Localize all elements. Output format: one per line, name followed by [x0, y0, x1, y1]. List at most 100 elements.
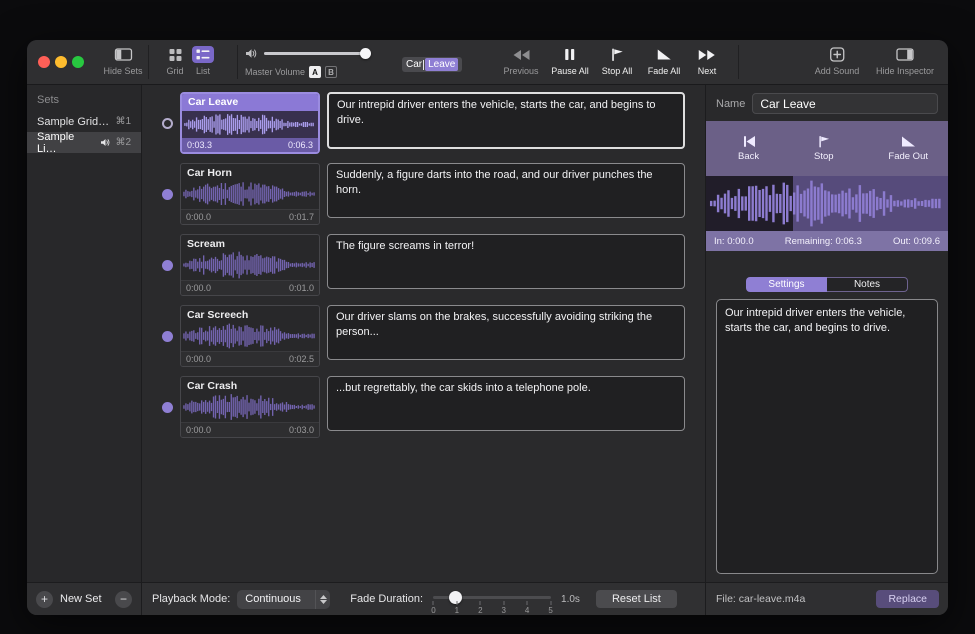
next-button[interactable]: Next	[698, 46, 717, 76]
add-set-button[interactable]: +	[36, 591, 53, 608]
playback-mode-label: Playback Mode:	[152, 593, 230, 605]
volume-knob[interactable]	[360, 48, 371, 59]
grid-icon	[168, 46, 182, 63]
pause-all-label: Pause All	[551, 66, 589, 76]
device-a-button[interactable]: A	[309, 66, 321, 78]
sidebar-item-sample-list[interactable]: Sample Li… ⌘2	[27, 132, 141, 153]
sound-note-field[interactable]: Suddenly, a figure darts into the road, …	[327, 163, 685, 218]
fade-out-button[interactable]: Fade Out	[888, 135, 928, 162]
play-indicator[interactable]	[154, 234, 180, 296]
play-indicator[interactable]	[154, 305, 180, 367]
fade-duration-label: Fade Duration:	[350, 593, 423, 605]
set-shortcut: ⌘2	[115, 137, 131, 148]
end-time: 0:02.5	[289, 354, 314, 364]
waveform	[181, 392, 319, 422]
replace-button[interactable]: Replace	[876, 590, 939, 608]
search-completion-highlight: Leave	[425, 58, 458, 71]
inspector-panel: Name Back Stop	[705, 85, 948, 615]
start-time: 0:03.3	[187, 140, 212, 150]
grid-view-label: Grid	[166, 66, 183, 76]
hide-sets-button[interactable]: Hide Sets	[103, 46, 142, 76]
status-dot-icon	[162, 189, 173, 200]
play-indicator[interactable]	[154, 92, 180, 154]
end-time: 0:01.7	[289, 212, 314, 222]
out-time: Out: 0:09.6	[893, 236, 940, 247]
close-button[interactable]	[38, 56, 50, 68]
set-label: Sample Grid…	[37, 116, 109, 128]
add-sound-icon	[829, 46, 844, 63]
sound-note-field[interactable]: Our driver slams on the brakes, successf…	[327, 305, 685, 360]
hide-sets-label: Hide Sets	[103, 66, 142, 76]
play-indicator[interactable]	[154, 376, 180, 438]
fade-out-label: Fade Out	[888, 151, 928, 162]
sound-tile-car-crash[interactable]: Car Crash 0:00.00:03.0	[180, 376, 320, 438]
name-label: Name	[716, 98, 745, 110]
tab-notes[interactable]: Notes	[827, 277, 908, 292]
inspector-waveform[interactable]	[706, 176, 948, 231]
fade-duration-slider[interactable]: 0 1 2 3 4 5	[431, 588, 553, 615]
fade-all-button[interactable]: Fade All	[648, 46, 681, 76]
fade-duration-value: 1.0s	[561, 594, 580, 605]
pause-icon	[565, 46, 576, 63]
sound-list-area: Car Leave 0:03.30:06.3 Our intrepid driv…	[142, 85, 705, 615]
stop-all-button[interactable]: Stop All	[602, 46, 633, 76]
speaker-icon	[100, 138, 111, 147]
type-to-find-field[interactable]: Car Leave	[402, 57, 462, 72]
playback-mode-value: Continuous	[237, 593, 315, 605]
next-label: Next	[698, 66, 717, 76]
pause-all-button[interactable]: Pause All	[551, 46, 589, 76]
sound-tile-car-screech[interactable]: Car Screech 0:00.00:02.5	[180, 305, 320, 367]
sound-row-scream: Scream 0:00.00:01.0 The figure screams i…	[154, 234, 685, 296]
back-button[interactable]: Back	[738, 135, 759, 162]
new-set-label: New Set	[60, 593, 102, 605]
waveform	[182, 111, 318, 138]
sound-note-field[interactable]: ...but regrettably, the car skids into a…	[327, 376, 685, 431]
sound-note-field[interactable]: The figure screams in terror!	[327, 234, 685, 289]
sound-tile-scream[interactable]: Scream 0:00.00:01.0	[180, 234, 320, 296]
reset-list-button[interactable]: Reset List	[596, 590, 677, 608]
tick-label: 2	[478, 606, 482, 615]
tick-label: 3	[502, 606, 506, 615]
set-shortcut: ⌘1	[115, 116, 131, 127]
sound-row-car-screech: Car Screech 0:00.00:02.5 Our driver slam…	[154, 305, 685, 367]
stop-label: Stop	[814, 151, 834, 162]
tick	[527, 601, 528, 605]
speaker-icon	[245, 48, 258, 59]
tab-settings[interactable]: Settings	[746, 277, 827, 292]
fade-ramp-icon	[901, 135, 916, 148]
sound-title: Car Screech	[181, 306, 319, 321]
tick-label: 4	[525, 606, 529, 615]
sound-note-field[interactable]: Our intrepid driver enters the vehicle, …	[327, 92, 685, 149]
name-field[interactable]	[752, 93, 938, 114]
volume-fill	[264, 52, 366, 55]
inspector-tabs: Settings Notes	[746, 277, 908, 292]
master-volume-slider[interactable]	[264, 52, 366, 55]
add-sound-label: Add Sound	[815, 66, 860, 76]
play-indicator[interactable]	[154, 163, 180, 225]
remove-set-button[interactable]: −	[115, 591, 132, 608]
tick-label: 0	[431, 606, 435, 615]
playback-region-overlay	[793, 176, 948, 231]
sidebar-item-sample-grid[interactable]: Sample Grid… ⌘1	[27, 111, 141, 132]
stop-button[interactable]: Stop	[814, 135, 834, 162]
fade-all-label: Fade All	[648, 66, 681, 76]
playback-mode-popup[interactable]: Continuous	[237, 590, 330, 609]
status-dot-icon	[162, 331, 173, 342]
toolbar: Hide Sets Grid List	[27, 40, 948, 85]
hide-inspector-button[interactable]: Hide Inspector	[876, 46, 934, 76]
add-sound-button[interactable]: Add Sound	[815, 46, 860, 76]
sound-tile-car-leave[interactable]: Car Leave 0:03.30:06.3	[180, 92, 320, 154]
device-b-button[interactable]: B	[325, 66, 337, 78]
zoom-button[interactable]	[72, 56, 84, 68]
grid-view-button[interactable]: Grid	[166, 46, 183, 76]
inspector-notes-field[interactable]: Our intrepid driver enters the vehicle, …	[716, 299, 938, 574]
playback-settings-bar: Playback Mode: Continuous Fade Duration:	[142, 582, 705, 615]
sound-row-car-crash: Car Crash 0:00.00:03.0 ...but regrettabl…	[154, 376, 685, 438]
sound-tile-car-horn[interactable]: Car Horn 0:00.00:01.7	[180, 163, 320, 225]
toolbar-divider	[237, 45, 238, 79]
sound-title: Car Crash	[181, 377, 319, 392]
sound-title: Scream	[181, 235, 319, 250]
list-view-button[interactable]: List	[192, 46, 214, 76]
minimize-button[interactable]	[55, 56, 67, 68]
previous-button[interactable]: Previous	[503, 46, 538, 76]
